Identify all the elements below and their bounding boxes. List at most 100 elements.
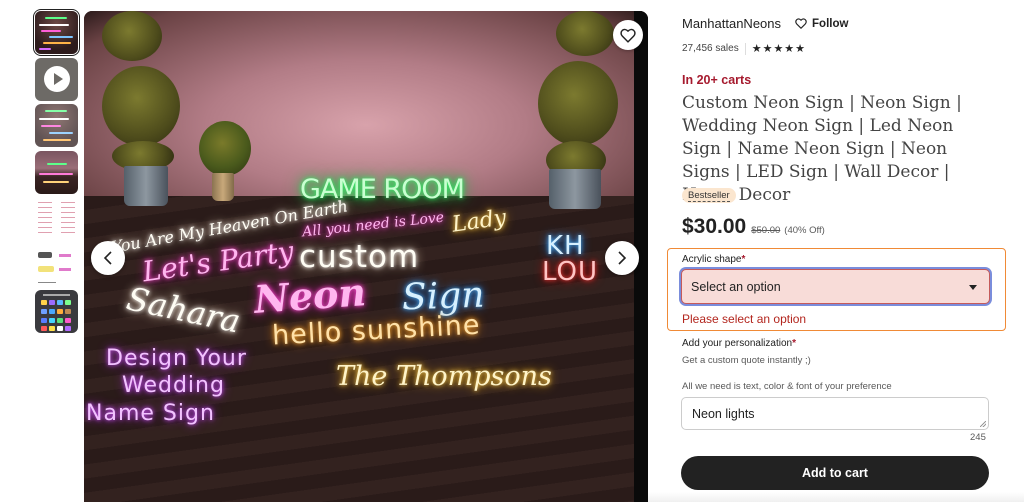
- main-product-image[interactable]: GAME ROOM You Are My Heaven On Earth All…: [84, 11, 648, 502]
- bestseller-badge[interactable]: Bestseller: [682, 188, 736, 203]
- thumbnail-7[interactable]: [35, 290, 78, 333]
- thumb-neon-line: [43, 42, 71, 44]
- thumb-caption: [38, 281, 56, 283]
- color-swatch: [41, 309, 47, 314]
- follow-shop-button[interactable]: Follow: [795, 18, 848, 30]
- thumb-list-row: [38, 212, 52, 213]
- acrylic-shape-selected-value: Select an option: [691, 279, 781, 294]
- thumb-neon-line: [47, 162, 67, 165]
- thumb-neon-line: [41, 30, 61, 32]
- resize-handle-icon[interactable]: [980, 421, 986, 427]
- current-price: $30.00: [682, 215, 747, 238]
- thumb-neon-line: [39, 172, 73, 175]
- thumb-list-row: [61, 217, 75, 218]
- heart-outline-icon: [795, 18, 807, 29]
- personalization-textarea[interactable]: Neon lights: [681, 397, 989, 430]
- color-swatch: [49, 300, 55, 305]
- topiary-plant: [102, 66, 180, 146]
- acrylic-shape-select[interactable]: Select an option: [681, 269, 990, 304]
- personalization-help-2: All we need is text, color & font of you…: [682, 381, 892, 392]
- color-swatch: [65, 309, 71, 314]
- color-swatch: [57, 309, 63, 314]
- personalization-label: Add your personalization*: [682, 338, 796, 349]
- thumb-list-row: [61, 212, 75, 213]
- sticky-footer-shadow: [648, 492, 1024, 502]
- thumb-list-row: [38, 227, 52, 228]
- thumb-neon-line: [43, 139, 71, 141]
- character-counter: 245: [970, 432, 986, 443]
- acrylic-shape-error-message: Please select an option: [682, 312, 807, 326]
- favorite-button[interactable]: [613, 20, 643, 50]
- thumb-list-row: [38, 232, 52, 233]
- color-swatch: [57, 318, 63, 323]
- chevron-right-icon: [618, 251, 627, 265]
- personalization-value: Neon lights: [692, 407, 755, 421]
- thumbnail-4[interactable]: [35, 150, 78, 194]
- personalization-help-1: Get a custom quote instantly ;): [682, 355, 811, 366]
- plant-pot: [549, 169, 601, 209]
- thumb-list-row: [38, 222, 52, 223]
- thumb-neon-line: [41, 125, 61, 127]
- thumbnail-5[interactable]: [35, 197, 78, 240]
- color-swatch: [41, 326, 47, 331]
- color-swatch: [57, 326, 63, 331]
- color-swatch: [41, 300, 47, 305]
- neon-thompsons: The Thompsons: [336, 361, 552, 392]
- acrylic-shape-label-text: Acrylic shape: [682, 254, 742, 265]
- small-plant: [199, 121, 251, 176]
- thumb-neon-line: [45, 17, 67, 19]
- dropdown-caret-icon: [969, 285, 977, 290]
- thumbnail-3[interactable]: [35, 104, 78, 147]
- thumb-size-bar: [59, 267, 71, 271]
- neon-neon: Neon: [252, 269, 368, 322]
- discount-label: (40% Off): [784, 225, 825, 236]
- next-image-button[interactable]: [605, 241, 639, 275]
- original-price: $50.00: [751, 225, 781, 236]
- personalization-label-text: Add your personalization: [682, 338, 793, 349]
- thumb-size-bar: [59, 253, 71, 257]
- thumb-neon-line: [39, 48, 51, 50]
- color-swatch: [65, 300, 71, 305]
- bestseller-label: Bestseller: [688, 190, 730, 202]
- required-mark: *: [792, 338, 796, 349]
- color-swatch: [49, 326, 55, 331]
- thumb-list-row: [38, 217, 52, 218]
- thumbnail-1[interactable]: [35, 11, 78, 54]
- plant-pot: [124, 166, 168, 206]
- neon-lou: LOU: [542, 257, 599, 287]
- sales-row: 27,456 sales ★★★★★: [682, 42, 806, 55]
- thumb-list-row: [61, 207, 75, 208]
- color-swatch: [49, 318, 55, 323]
- neon-wedding: Wedding: [122, 373, 225, 398]
- neon-design-your: Design Your: [106, 346, 247, 371]
- thumb-neon-line: [43, 180, 69, 183]
- thumbnail-video[interactable]: [35, 57, 78, 101]
- previous-image-button[interactable]: [91, 241, 125, 275]
- thumbnail-list: [35, 11, 79, 337]
- thumb-heading: [43, 294, 70, 296]
- color-swatch: [41, 318, 47, 323]
- topiary-plant: [538, 61, 618, 146]
- follow-label: Follow: [812, 17, 849, 30]
- shop-row: ManhattanNeons Follow: [682, 16, 848, 31]
- thumb-list-row: [61, 227, 75, 228]
- thumb-list-row: [61, 232, 75, 233]
- thumb-sign-example: [38, 251, 52, 258]
- thumb-neon-line: [49, 36, 73, 38]
- thumb-sign-example: [38, 265, 54, 272]
- sales-count: 27,456 sales: [682, 43, 739, 54]
- topiary-plant: [556, 11, 614, 56]
- thumb-neon-line: [39, 24, 69, 26]
- shop-name-link[interactable]: ManhattanNeons: [682, 16, 781, 31]
- required-mark: *: [741, 254, 746, 265]
- color-swatch: [65, 326, 71, 331]
- neon-name-sign: Name Sign: [86, 401, 215, 426]
- star-rating[interactable]: ★★★★★: [752, 42, 806, 55]
- add-to-cart-button[interactable]: Add to cart: [681, 456, 989, 490]
- thumbnail-6[interactable]: [35, 243, 78, 287]
- thumb-list-row: [38, 202, 52, 203]
- color-swatch: [57, 300, 63, 305]
- thumb-list-row: [61, 202, 75, 203]
- thumb-neon-line: [49, 132, 73, 134]
- thumb-list-row: [61, 222, 75, 223]
